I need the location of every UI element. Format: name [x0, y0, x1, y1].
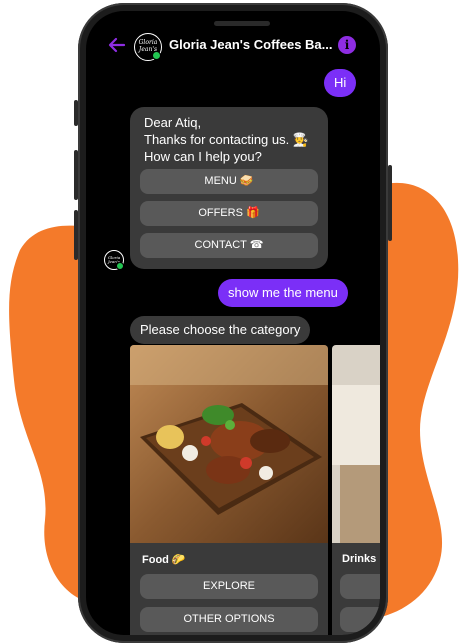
- explore-button[interactable]: EXPLORE: [140, 574, 318, 599]
- card-title-drinks: Drinks: [342, 553, 377, 565]
- quick-reply-contact[interactable]: CONTACT ☎: [140, 233, 318, 258]
- phone-volume-up: [74, 150, 78, 200]
- drinks-button-2[interactable]: [340, 607, 380, 632]
- quick-reply-offers[interactable]: OFFERS 🎁: [140, 201, 318, 226]
- drinks-button[interactable]: [340, 574, 380, 599]
- online-status-dot: [152, 51, 161, 60]
- bot-greeting-bubble: Dear Atiq, Thanks for contacting us. 🧑‍🍳…: [130, 107, 328, 269]
- quick-reply-menu[interactable]: MENU 🥪: [140, 169, 318, 194]
- user-message-menu: show me the menu: [218, 279, 348, 307]
- phone-volume-down: [74, 210, 78, 260]
- other-options-button[interactable]: OTHER OPTIONS: [140, 607, 318, 632]
- drinks-image: [332, 345, 380, 543]
- bot-category-prompt: Please choose the category: [130, 316, 311, 344]
- info-icon[interactable]: i: [338, 36, 356, 54]
- user-message-hi: Hi: [324, 69, 357, 97]
- phone-power-button: [388, 165, 392, 241]
- bot-online-dot: [116, 262, 124, 270]
- phone-silent-switch: [74, 100, 78, 126]
- arrow-left-icon[interactable]: [108, 36, 126, 54]
- phone-screen: Gloria Jean's Gloria Jean's Coffees Ba..…: [86, 11, 380, 635]
- chat-header: Gloria Jean's Gloria Jean's Coffees Ba..…: [86, 29, 380, 65]
- carousel-card-food: Food 🌮 EXPLORE OTHER OPTIONS: [130, 345, 328, 635]
- card-title-food: Food 🌮: [142, 554, 186, 566]
- food-platter-image: [130, 345, 328, 543]
- speaker-grille: [214, 21, 270, 26]
- greeting-text: Dear Atiq, Thanks for contacting us. 🧑‍🍳…: [144, 115, 310, 164]
- notch: [214, 11, 380, 26]
- carousel-card-drinks: Drinks: [332, 345, 380, 635]
- chat-title: Gloria Jean's Coffees Ba...: [169, 37, 333, 52]
